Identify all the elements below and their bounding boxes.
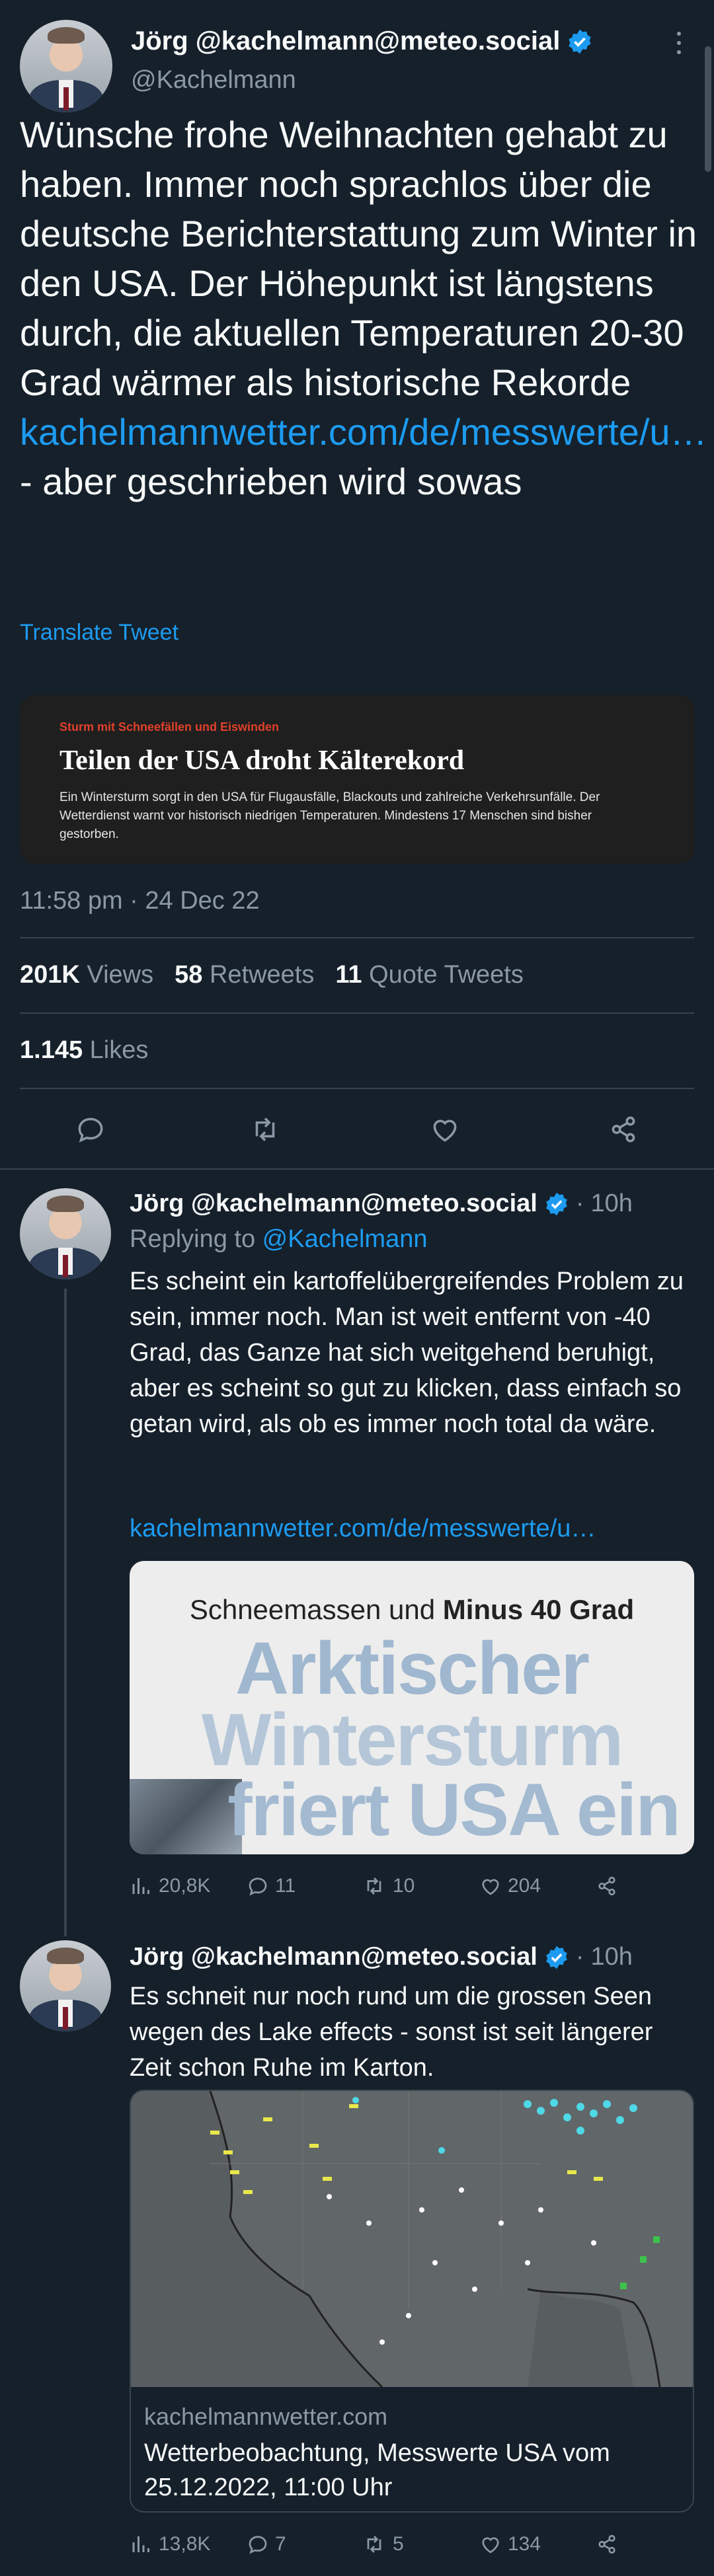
avatar[interactable] (20, 20, 112, 112)
tweet-time[interactable]: 10h (591, 1943, 633, 1971)
translate-tweet-link[interactable]: Translate Tweet (20, 620, 178, 646)
reply-button[interactable]: 11 (246, 1874, 296, 1898)
handle[interactable]: @Kachelmann (131, 66, 296, 95)
weather-map-image (131, 2091, 693, 2387)
stats-row: 201K Views 58 Retweets 11 Quote Tweets (20, 961, 524, 989)
tweet-text: Es schneit nur noch rund um die grossen … (130, 1983, 653, 2082)
share-icon[interactable] (607, 1113, 640, 1146)
verified-badge-icon (546, 1192, 567, 1215)
timestamp[interactable]: 11:58 pm · 24 Dec 22 (20, 887, 260, 915)
divider (20, 1088, 694, 1089)
views-button[interactable]: 13,8K (130, 2532, 210, 2556)
reply-icon[interactable] (74, 1113, 107, 1146)
reply-icon (249, 2536, 267, 2554)
link-card[interactable]: kachelmannwetter.com Wetterbeobachtung, … (130, 2090, 694, 2513)
likes-stat[interactable]: 1.145 Likes (20, 1036, 148, 1065)
like-button[interactable]: 204 (479, 1874, 541, 1898)
display-name[interactable]: Jörg @kachelmann@meteo.social (130, 1943, 537, 1971)
divider (20, 937, 694, 938)
replying-to: Replying to @Kachelmann (130, 1225, 428, 1253)
image-headline-2: Wintersturm (201, 1698, 624, 1781)
display-name[interactable]: Jörg @kachelmann@meteo.social (131, 26, 560, 56)
verified-badge-icon (569, 29, 592, 54)
views-button[interactable]: 20,8K (130, 1874, 210, 1898)
retweet-button[interactable]: 10 (361, 1874, 415, 1898)
divider (20, 1012, 694, 1014)
reply-icon (249, 1877, 267, 1896)
card-kicker: Sturm mit Schneefällen und Eiswinden (60, 720, 280, 734)
card-domain: kachelmannwetter.com (144, 2403, 388, 2430)
card-title: Wetterbeobachtung, Messwerte USA vom 25.… (144, 2439, 610, 2501)
views-icon (132, 2536, 149, 2552)
avatar[interactable] (20, 1188, 111, 1279)
like-icon (482, 1879, 499, 1895)
display-name[interactable]: Jörg @kachelmann@meteo.social (130, 1190, 537, 1218)
card-headline: Teilen der USA droht Kälterekord (60, 745, 465, 776)
tweet-text: Wünsche frohe Weihnachten gehabt zu habe… (20, 114, 707, 502)
avatar[interactable] (20, 1940, 111, 2031)
tweet-time[interactable]: 10h (591, 1190, 633, 1218)
like-icon (482, 2537, 499, 2554)
verified-badge-icon (546, 1946, 567, 1969)
news-image[interactable]: Schneemassen und Minus 40 Grad Arktische… (130, 1561, 694, 1854)
image-top-line: Schneemassen und Minus 40 Grad (189, 1594, 635, 1625)
image-headline-1: Arktischer (235, 1627, 590, 1710)
reply-button[interactable]: 7 (246, 2532, 286, 2556)
card-body: Ein Wintersturm sorgt in den USA für Flu… (60, 790, 600, 841)
views-icon (132, 1878, 149, 1894)
retweets-stat[interactable]: 58 Retweets (175, 961, 314, 989)
more-options-icon[interactable] (676, 30, 682, 57)
tweet-text: Es scheint ein kartoffelübergreifendes P… (130, 1268, 684, 1438)
retweet-icon[interactable] (247, 1113, 283, 1146)
replying-to-handle[interactable]: @Kachelmann (262, 1225, 428, 1253)
reply-tweet[interactable]: Jörg @kachelmann@meteo.social · 10h Es s… (0, 1923, 714, 2576)
share-icon[interactable] (595, 1874, 619, 1898)
tweet-link[interactable]: kachelmannwetter.com/de/messwerte/u… (130, 1515, 596, 1543)
retweet-button[interactable]: 5 (361, 2532, 404, 2556)
image-headline-3: friert USA ein (227, 1768, 681, 1851)
quote-tweets-stat[interactable]: 11 Quote Tweets (335, 961, 524, 989)
like-button[interactable]: 134 (479, 2532, 541, 2556)
like-icon[interactable] (428, 1113, 461, 1146)
share-icon[interactable] (595, 2532, 619, 2556)
retweet-icon (367, 2536, 381, 2553)
article-card[interactable]: Sturm mit Schneefällen und Eiswinden Tei… (20, 695, 694, 864)
retweet-icon (367, 1877, 381, 1895)
reply-tweet[interactable]: Jörg @kachelmann@meteo.social · 10h Repl… (0, 1170, 714, 1923)
views-stat[interactable]: 201K Views (20, 961, 153, 989)
main-tweet: Jörg @kachelmann@meteo.social @Kachelman… (0, 0, 714, 1170)
tweet-link[interactable]: kachelmannwetter.com/de/messwerte/u… (20, 411, 707, 453)
